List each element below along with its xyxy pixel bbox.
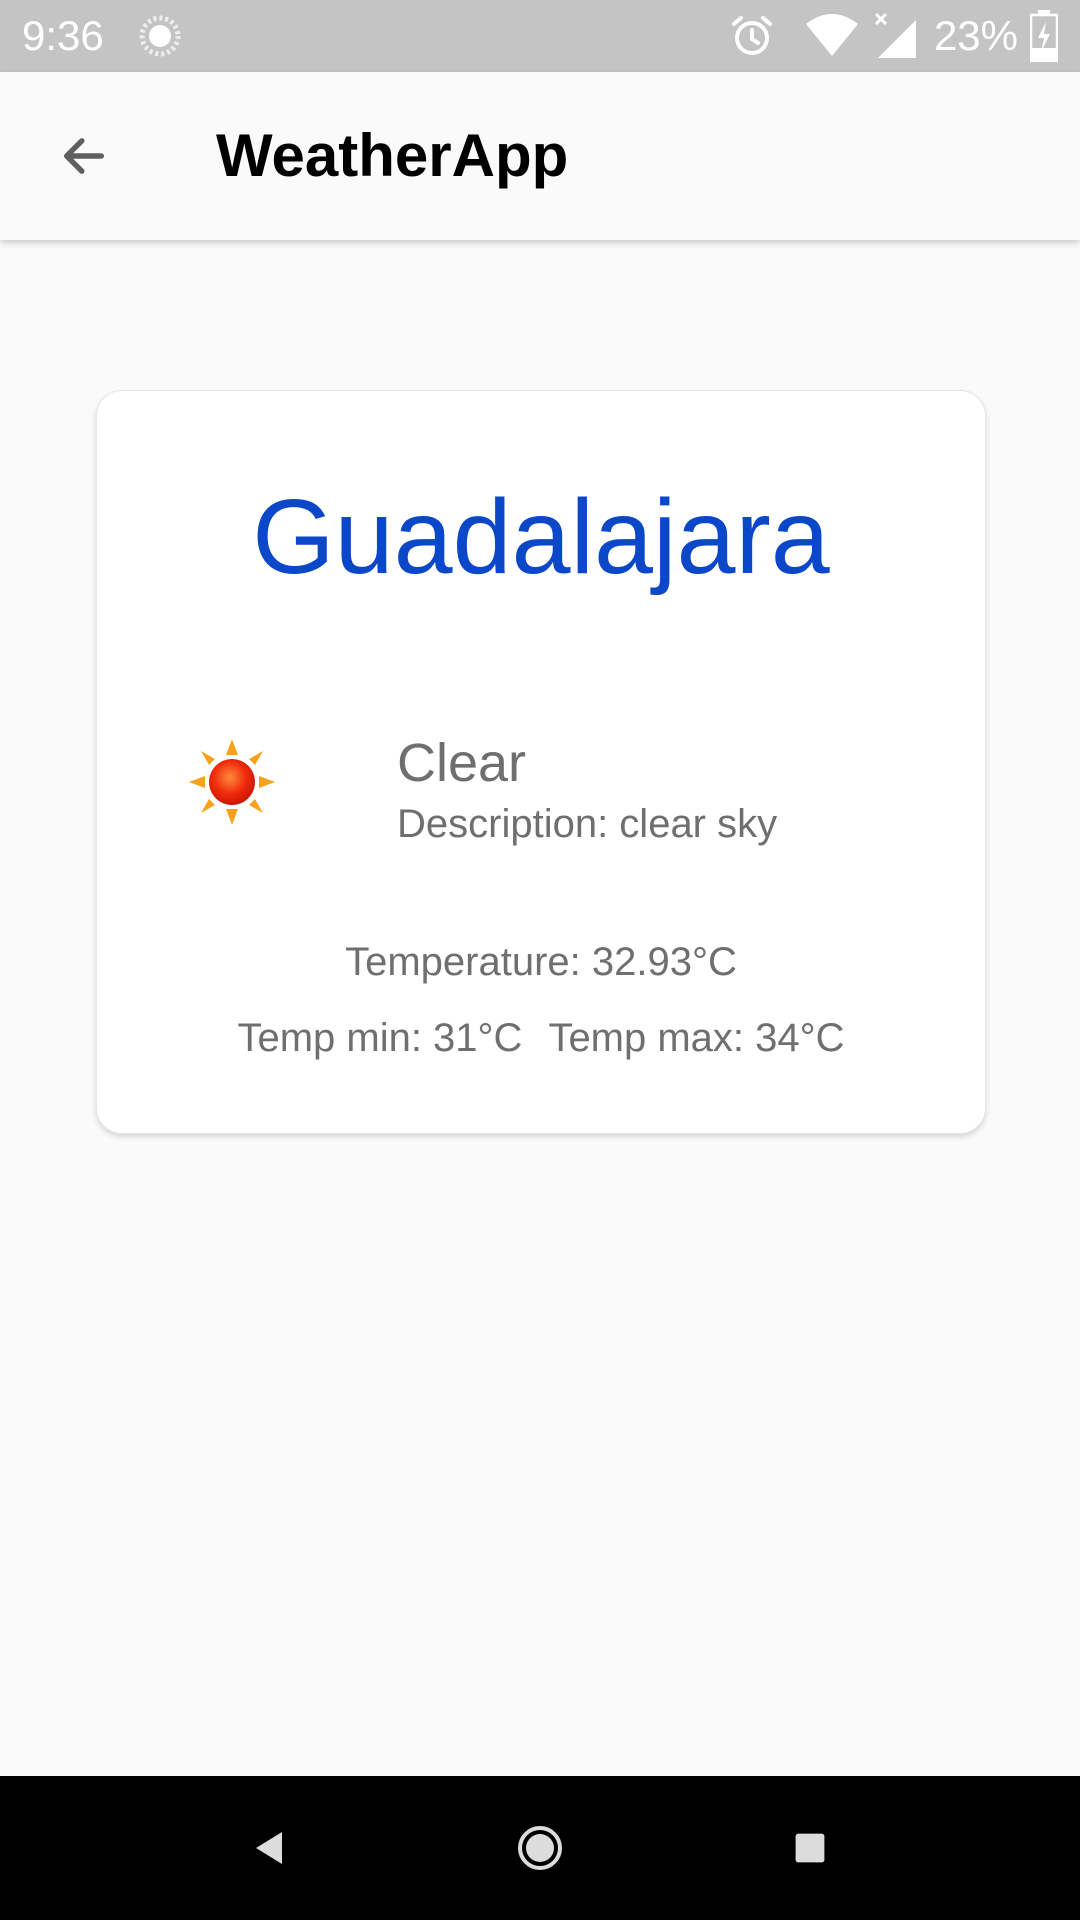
nav-recents-icon: [795, 1833, 825, 1863]
screen: 9:36 23% WeatherApp Guadalajara Clear De…: [0, 0, 1080, 1920]
sync-icon: [139, 15, 181, 57]
nav-back-button[interactable]: [234, 1812, 306, 1884]
weather-card: Guadalajara Clear Description: clear sky…: [96, 390, 986, 1134]
navigation-bar: [0, 1776, 1080, 1920]
weather-description: Description: clear sky: [397, 802, 778, 846]
temp-max: Temp max: 34°C: [548, 1016, 845, 1060]
back-button[interactable]: [36, 108, 132, 204]
weather-condition: Clear: [397, 733, 527, 793]
app-title: WeatherApp: [216, 122, 569, 189]
temp-min: Temp min: 31°C: [237, 1016, 523, 1060]
arrow-back-icon: [63, 138, 105, 174]
nav-back-icon: [256, 1832, 282, 1864]
status-time: 9:36: [22, 12, 104, 59]
status-bar: 9:36 23%: [0, 0, 1080, 72]
sun-icon: [189, 739, 275, 825]
status-icons: 23%: [728, 0, 1058, 72]
signal-icon: [874, 12, 916, 58]
alarm-icon: [731, 16, 772, 55]
temp-range: Temp min: 31°C Temp max: 34°C: [97, 1013, 985, 1063]
city-name: Guadalajara: [252, 478, 830, 596]
battery-charging-icon: [1030, 10, 1058, 62]
nav-home-icon: [518, 1826, 562, 1870]
app-bar: WeatherApp: [0, 72, 1080, 240]
temperature: Temperature: 32.93°C: [345, 940, 737, 984]
wifi-icon: [805, 14, 858, 56]
nav-recents-button[interactable]: [774, 1812, 846, 1884]
battery-percent: 23%: [933, 12, 1018, 59]
nav-home-button[interactable]: [504, 1812, 576, 1884]
